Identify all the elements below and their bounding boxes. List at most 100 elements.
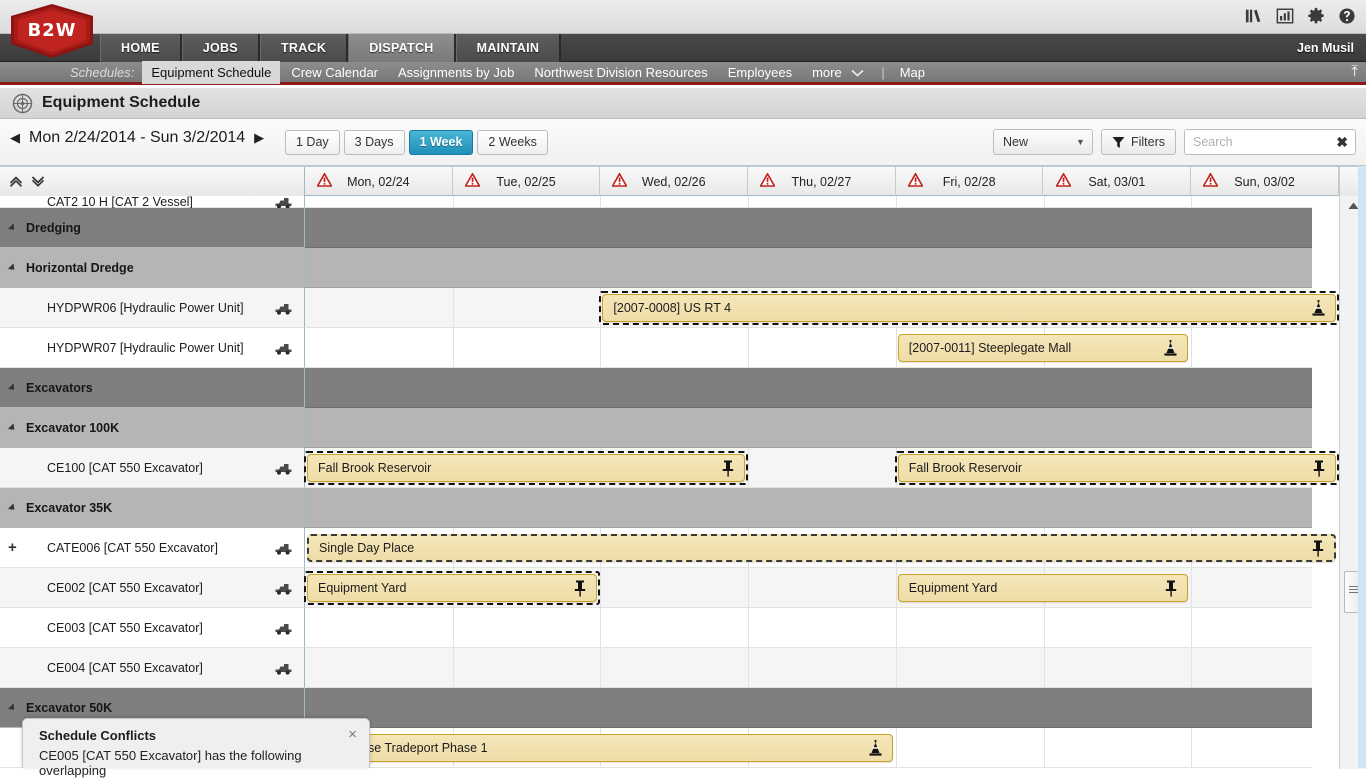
equipment-truck-icon[interactable] [275,341,292,355]
equipment-truck-icon[interactable] [275,461,292,478]
help-icon[interactable] [1338,7,1356,25]
grid-day-header[interactable]: Tue, 02/25 [453,167,601,196]
group-row[interactable]: Horizontal Dredge [0,248,1339,288]
schedule-bar[interactable]: 003] Pease Tradeport Phase 1 [307,734,893,762]
equipment-row[interactable]: CE002 [CAT 550 Excavator] Equipment Yard E… [0,568,1339,608]
nav-tab-home[interactable]: HOME [100,34,182,62]
row-label-cell[interactable]: Excavator 35K [0,488,305,528]
gear-icon[interactable] [1307,7,1325,25]
equipment-truck-icon[interactable] [275,461,292,475]
row-label-cell[interactable]: Excavators [0,368,305,408]
library-icon[interactable] [1245,7,1263,25]
equipment-row[interactable]: HYDPWR06 [Hydraulic Power Unit] [2007-000… [0,288,1339,328]
row-timeline-lane[interactable] [305,248,1312,288]
equipment-truck-icon[interactable] [275,581,292,598]
nav-tab-maintain[interactable]: MAINTAIN [455,34,562,62]
close-icon[interactable]: × [348,726,357,743]
group-row[interactable]: Excavator 35K [0,488,1339,528]
next-period-button[interactable]: ▶ [254,130,264,146]
row-timeline-lane[interactable] [305,368,1312,408]
range-button-2-weeks[interactable]: 2 Weeks [477,130,548,155]
row-timeline-lane[interactable]: [2007-0008] US RT 4 [305,288,1339,328]
row-timeline-lane[interactable] [305,648,1312,688]
warning-triangle-icon[interactable] [463,172,481,187]
row-timeline-lane[interactable]: Equipment Yard Equipment Yard [304,568,1312,608]
equipment-row[interactable]: + CATE006 [CAT 550 Excavator] Single Day P… [0,528,1339,568]
grid-day-header[interactable]: Sun, 03/02 [1191,167,1339,196]
filters-button[interactable]: Filters [1100,129,1176,155]
expand-all-icon[interactable] [31,175,46,188]
grid-day-header[interactable]: Thu, 02/27 [748,167,896,196]
new-dropdown[interactable]: New ▼ [992,129,1093,155]
row-timeline-lane[interactable] [305,408,1312,448]
row-label-cell[interactable]: HYDPWR06 [Hydraulic Power Unit] [0,288,305,328]
equipment-truck-icon[interactable] [275,621,292,638]
warning-triangle-icon[interactable] [611,172,629,187]
row-label-cell[interactable]: Dredging [0,208,305,248]
equipment-truck-icon[interactable] [275,661,292,675]
equipment-truck-icon[interactable] [275,196,292,209]
row-timeline-lane[interactable] [305,208,1312,248]
row-timeline-lane[interactable]: Single Day Place [305,528,1336,568]
b2w-logo[interactable]: B2W [8,3,96,59]
row-label-cell[interactable]: CE003 [CAT 550 Excavator] [0,608,305,648]
collapse-triangle-icon[interactable] [7,222,18,233]
row-timeline-lane[interactable] [305,608,1312,648]
schedule-bar[interactable]: [2007-0008] US RT 4 [602,294,1336,322]
warning-triangle-icon[interactable] [1202,172,1219,187]
nav-tab-track[interactable]: TRACK [259,34,349,62]
equipment-truck-icon[interactable] [275,341,292,358]
warning-triangle-icon[interactable] [316,172,333,187]
equipment-truck-icon[interactable] [275,301,292,315]
equipment-truck-icon[interactable] [275,581,292,595]
equipment-truck-icon[interactable] [275,541,292,558]
collapse-triangle-icon[interactable] [7,382,18,393]
row-timeline-lane[interactable] [305,688,1312,728]
prev-period-button[interactable]: ◀ [10,130,20,146]
equipment-truck-icon[interactable] [275,301,292,318]
schedule-bar[interactable]: Equipment Yard [897,574,1189,602]
schedule-bar[interactable]: Single Day Place [307,534,1336,562]
nav-tab-jobs[interactable]: JOBS [181,34,260,62]
collapse-header-icon[interactable]: ⤒︎ [1351,63,1358,80]
search-input[interactable] [1185,130,1325,154]
warning-triangle-icon[interactable] [1054,172,1072,187]
range-button-1-day[interactable]: 1 Day [285,130,340,155]
grid-day-header[interactable]: Fri, 02/28 [896,167,1044,196]
subnav-item-employees[interactable]: Employees [719,61,801,84]
range-button-3-days[interactable]: 3 Days [343,130,405,155]
equipment-row[interactable]: CAT2 10 H [CAT 2 Vessel] [0,196,1339,209]
group-row[interactable]: Excavators [0,368,1339,408]
subnav-item-crew-calendar[interactable]: Crew Calendar [282,61,387,84]
schedule-bar[interactable]: Fall Brook Reservoir [897,454,1336,482]
clear-search-icon[interactable]: ✖ [1336,134,1348,151]
equipment-truck-icon[interactable] [275,541,292,555]
collapse-triangle-icon[interactable] [7,502,18,513]
equipment-row[interactable]: CE004 [CAT 550 Excavator] [0,648,1339,688]
row-timeline-lane[interactable]: 003] Pease Tradeport Phase 1 [305,728,1312,768]
collapse-triangle-icon[interactable] [7,702,18,713]
equipment-row[interactable]: CE100 [CAT 550 Excavator] Fall Brook Rese… [0,448,1339,488]
collapse-triangle-icon[interactable] [7,422,18,433]
row-label-cell[interactable]: CE100 [CAT 550 Excavator] [0,448,305,488]
row-label-cell[interactable]: CAT2 10 H [CAT 2 Vessel] [0,196,305,209]
schedule-bar[interactable]: [2007-0011] Steeplegate Mall [897,334,1189,362]
collapse-triangle-icon[interactable] [7,262,18,273]
group-row[interactable]: Dredging [0,208,1339,248]
grid-day-header[interactable]: Wed, 02/26 [600,167,749,196]
equipment-truck-icon[interactable] [275,661,292,678]
equipment-row[interactable]: HYDPWR07 [Hydraulic Power Unit] [2007-001… [0,328,1339,368]
subnav-item-equipment-schedule[interactable]: Equipment Schedule [142,60,281,84]
subnav-item-assignments-by-job[interactable]: Assignments by Job [389,61,523,84]
row-timeline-lane[interactable] [305,196,1312,208]
nav-tab-dispatch[interactable]: DISPATCH [348,34,456,62]
row-label-cell[interactable]: Excavator 100K [0,408,305,448]
schedule-bar[interactable]: Fall Brook Reservoir [307,454,746,482]
equipment-row[interactable]: CE003 [CAT 550 Excavator] [0,608,1339,648]
reports-chart-icon[interactable] [1276,7,1294,25]
group-row[interactable]: Excavator 100K [0,408,1339,448]
subnav-item-northwest-division-resources[interactable]: Northwest Division Resources [525,61,716,84]
collapse-all-icon[interactable] [9,175,24,188]
row-label-cell[interactable]: CE002 [CAT 550 Excavator] [0,568,305,608]
subnav-item-more[interactable]: more [803,61,873,84]
